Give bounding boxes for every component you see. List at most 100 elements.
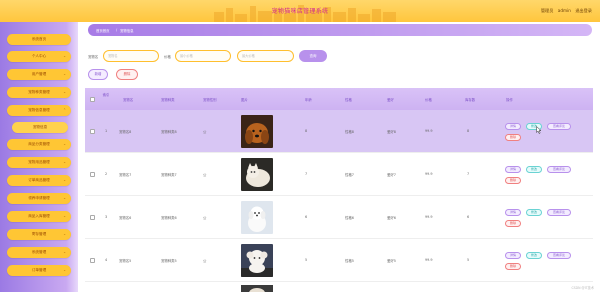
detail-button[interactable]: 详情 [505,209,521,216]
sidebar-item-label: 宠物信息管理 [28,108,50,112]
row-type: 宠物种类5 [161,259,177,263]
sidebar-item-adoption[interactable]: 领养申请管理 ⌄ [7,193,71,204]
row-checkbox[interactable] [90,129,95,134]
row-hobby: 爱好5 [387,259,396,263]
row-price: 99.9 [425,258,433,262]
min-price-input[interactable]: 最小价格 [175,50,231,62]
sidebar-item-pet-info-mgmt[interactable]: 宠物信息管理 ⌃ [7,105,71,116]
table-row: 4 宠物名5 宠物种类5 公 5 性格5 爱好5 99.9 5 详情 修改 查看… [85,239,593,282]
sidebar-item-order-products[interactable]: 订单商品管理 ⌄ [7,175,71,186]
admin-role-label: 管理员 [540,8,554,13]
delete-button[interactable]: 删除 [505,220,521,227]
breadcrumb-home[interactable]: 首页首页 [96,28,110,33]
detail-button[interactable]: 详情 [505,166,521,173]
pet-photo-dog-image [241,115,273,148]
chevron-down-icon: ⌄ [63,54,66,58]
name-label: 宠物名 [88,54,99,59]
chevron-down-icon: ⌄ [63,196,66,200]
col-image: 图片 [241,98,248,102]
row-name: 宠物名8 [119,130,132,134]
delete-button[interactable]: 删除 [505,263,521,270]
breadcrumb-current: 宠物信息 [120,28,134,33]
header: 宠物猫咪店管理系统 管理员 admin 退出登录 [0,0,600,22]
detail-button[interactable]: 详情 [505,252,521,259]
price-label: 价格 [164,54,171,59]
delete-button[interactable]: 删除 [505,177,521,184]
sidebar-item-profile[interactable]: 个人中心 ⌄ [7,51,71,62]
row-name: 宠物名6 [119,216,132,220]
name-search-input[interactable]: 宠物名 [103,50,159,62]
sidebar-item-boarding[interactable]: 寄存管理 ⌄ [7,229,71,240]
select-all-checkbox[interactable] [90,97,95,102]
row-price: 99.9 [425,172,433,176]
search-button[interactable]: 查询 [299,50,327,62]
row-price: 99.9 [425,215,433,219]
sidebar-item-users[interactable]: 用户管理 ⌄ [7,69,71,80]
chevron-down-icon: ⌄ [63,232,66,236]
edit-button[interactable]: 修改 [526,209,542,216]
breadcrumb-separator: / [116,27,118,32]
row-index: 3 [105,215,108,219]
sidebar-item-label: 订单管理 [31,268,47,272]
sidebar-item-home[interactable]: 系统首页 [7,34,71,45]
view-reviews-button[interactable]: 查看评论 [547,252,571,259]
username: admin [557,8,571,13]
edit-button[interactable]: 修改 [526,166,542,173]
chevron-down-icon: ⌄ [63,250,66,254]
batch-delete-button[interactable]: 删除 [116,69,138,80]
delete-button[interactable]: 删除 [505,134,521,141]
chevron-down-icon: ⌃ [63,108,66,112]
user-bar: 管理员 admin 退出登录 [538,8,592,14]
chevron-down-icon: ⌄ [63,160,66,164]
table-row: 3 宠物名6 宠物种类6 公 6 性格6 爱好6 99.9 6 详情 修改 查看… [85,196,593,239]
sidebar-item-product-categories[interactable]: 商品分类管理 ⌄ [7,139,71,150]
row-hobby: 爱好8 [387,130,396,134]
chevron-down-icon: ⌄ [63,90,66,94]
max-price-input[interactable]: 最大价格 [237,50,294,62]
row-type: 宠物种类7 [161,173,177,177]
col-price: 价格 [425,98,432,102]
row-personality: 性格6 [345,216,354,220]
row-type: 宠物种类6 [161,216,177,220]
chevron-down-icon: ⌄ [63,72,66,76]
row-checkbox[interactable] [90,172,95,177]
table-row: 1 宠物名8 宠物种类8 公 8 性格8 爱好8 99.9 8 详情 修改 查看… [85,110,593,153]
edit-button[interactable]: 修改 [526,252,542,259]
row-hobby: 爱好6 [387,216,396,220]
pet-photo-partial-image [241,285,273,292]
detail-button[interactable]: 详情 [505,123,521,130]
sidebar-item-system[interactable]: 系统管理 ⌄ [7,247,71,258]
sidebar-item-label: 个人中心 [31,54,47,58]
logout-link[interactable]: 退出登录 [575,8,592,13]
row-checkbox[interactable] [90,258,95,263]
breadcrumb: 首页首页 / 宠物信息 [88,24,592,36]
row-stock: 8 [467,129,470,133]
table-row: 2 宠物名7 宠物种类7 公 7 性格7 爱好7 99.9 7 详情 修改 查看… [85,153,593,196]
sidebar-item-label: 领养申请管理 [28,196,50,200]
site-title: 宠物猫咪店管理系统 [271,8,329,15]
sidebar-item-orders[interactable]: 订单管理 ⌄ [7,265,71,276]
row-personality: 性格5 [345,259,354,263]
row-age: 8 [305,129,308,133]
sidebar-item-pet-supplies[interactable]: 宠物用品管理 ⌄ [7,157,71,168]
sidebar-item-label: 系统首页 [31,37,47,41]
row-stock: 7 [467,172,470,176]
row-personality: 性格7 [345,173,354,177]
view-reviews-button[interactable]: 查看评论 [547,209,571,216]
view-reviews-button[interactable]: 查看评论 [547,123,571,130]
table-header: 索引 宠物名 宠物种类 宠物性别 图片 年龄 性格 爱好 价格 库存数 操作 [85,88,593,110]
search-form: 宠物名 宠物名 价格 最小价格 最大价格 查询 [88,50,388,62]
row-index: 2 [105,172,108,176]
sidebar-item-pet-types[interactable]: 宠物种类管理 ⌄ [7,87,71,98]
col-age: 年龄 [305,98,312,102]
col-actions: 操作 [506,98,513,102]
sidebar-item-stock-in[interactable]: 商品入库管理 ⌄ [7,211,71,222]
add-button[interactable]: 新增 [88,69,108,80]
row-name: 宠物名7 [119,173,132,177]
sidebar: 系统首页 个人中心 ⌄ 用户管理 ⌄ 宠物种类管理 ⌄ 宠物信息管理 ⌃ 宠物信息 商品… [0,22,78,292]
view-reviews-button[interactable]: 查看评论 [547,166,571,173]
row-gender: 公 [203,173,207,177]
chevron-down-icon: ⌄ [63,142,66,146]
row-checkbox[interactable] [90,215,95,220]
sidebar-subitem-pet-info[interactable]: 宠物信息 [12,122,68,133]
